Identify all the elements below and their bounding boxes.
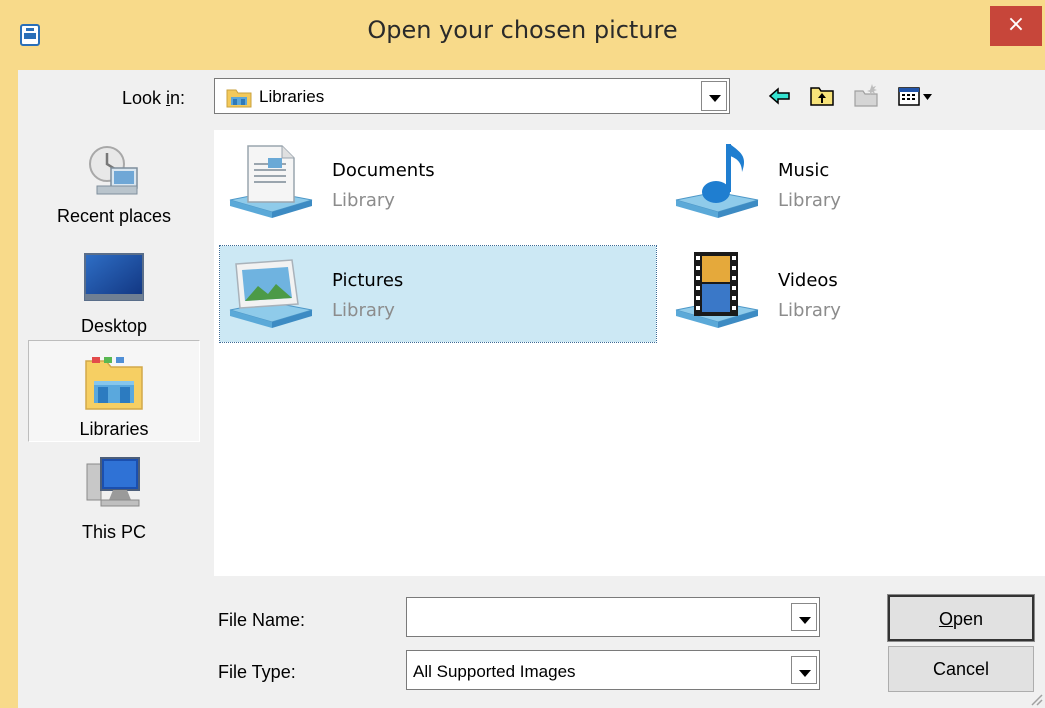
place-desktop[interactable]: Desktop [28,246,200,346]
up-folder-icon[interactable] [808,82,836,110]
item-name: Videos [778,270,838,291]
dialog-client: Look in: Libraries Recent places Desktop… [18,70,1045,708]
file-type-label: File Type: [218,662,296,682]
videos-library-icon [675,252,759,328]
item-name: Documents [332,160,435,181]
look-in-value: Libraries [259,87,325,106]
pictures-library-icon [229,259,313,328]
title-bar[interactable]: Open your chosen picture × [0,0,1045,72]
list-item-music[interactable]: Music Library [666,136,1045,232]
look-in-label: Look in: [122,88,186,108]
file-type-value: All Supported Images [413,662,576,681]
file-name-label: File Name: [218,610,306,630]
file-list[interactable]: Documents Library Music Library Pictures… [214,130,1045,576]
close-button[interactable]: × [990,6,1042,46]
this-pc-icon [86,457,140,507]
desktop-icon [84,253,144,301]
item-type: Library [778,190,841,211]
item-type: Library [332,190,395,211]
file-name-combobox[interactable] [406,597,820,637]
place-label: Libraries [79,419,149,439]
open-button[interactable]: Open [887,594,1035,642]
open-dialog-window: Open your chosen picture × Look in: Libr… [0,0,1045,708]
item-name: Pictures [332,270,404,291]
place-libraries[interactable]: Libraries [28,340,200,442]
window-title: Open your chosen picture [367,16,678,44]
chevron-down-icon[interactable] [701,81,727,111]
list-item-documents[interactable]: Documents Library [220,136,656,232]
libraries-small-icon [226,89,252,108]
documents-library-icon [229,145,313,218]
place-this-pc[interactable]: This PC [28,452,200,552]
chevron-down-icon[interactable] [791,603,817,631]
resize-grip-icon[interactable] [1029,692,1043,706]
new-folder-icon[interactable] [852,82,880,110]
place-recent-places[interactable]: Recent places [28,138,200,238]
recent-places-icon [89,146,138,195]
list-item-pictures[interactable]: Pictures Library [219,245,657,343]
list-item-videos[interactable]: Videos Library [666,246,1045,342]
look-in-combobox[interactable]: Libraries [214,78,730,114]
close-icon: × [1006,12,1026,37]
file-name-input[interactable] [411,604,785,632]
file-type-combobox[interactable]: All Supported Images [406,650,820,690]
music-library-icon [675,144,759,218]
places-bar: Recent places Desktop Libraries This PC [18,130,208,650]
place-label: Recent places [56,206,172,226]
view-menu-icon[interactable] [896,82,936,110]
place-label: Desktop [80,316,148,336]
chevron-down-icon[interactable] [791,656,817,684]
place-label: This PC [81,522,146,542]
item-name: Music [778,160,830,181]
back-arrow-icon[interactable] [766,82,794,110]
libraries-icon [85,357,143,410]
item-type: Library [332,300,395,321]
item-type: Library [778,300,841,321]
cancel-button[interactable]: Cancel [888,646,1034,692]
